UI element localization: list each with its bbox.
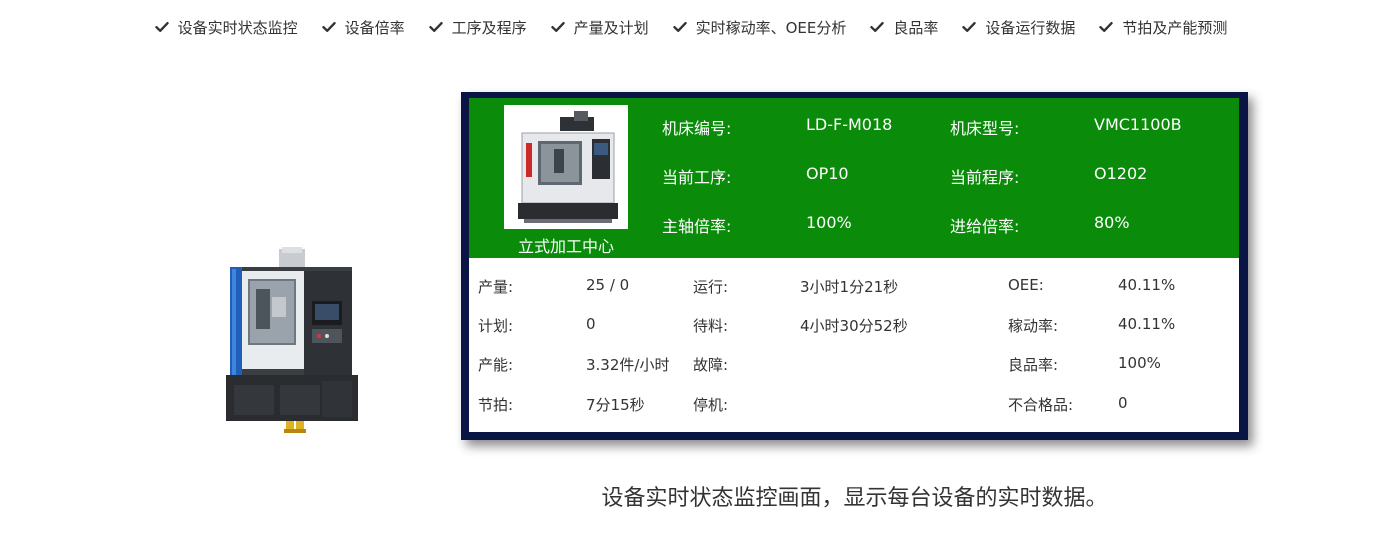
oee-value: 40.11%	[1118, 276, 1176, 294]
check-icon	[870, 20, 885, 34]
takt-label: 节拍:	[478, 396, 514, 414]
defect-label: 不合格品:	[1008, 396, 1074, 414]
feature-item-yield-rate[interactable]: 良品率	[870, 17, 938, 38]
feature-item-label: 设备运行数据	[985, 18, 1076, 37]
check-icon	[672, 20, 687, 34]
capacity-value: 3.32件/小时	[586, 356, 670, 374]
waiting-value: 4小时30分52秒	[800, 317, 908, 335]
machine-type-caption: 立式加工中心	[517, 237, 614, 256]
device-info-header: 立式加工中心 机床编号: LD-F-M018 机床型号: VMC1100B 当前…	[469, 98, 1239, 258]
feature-item-label: 节拍及产能预测	[1122, 18, 1228, 37]
output-value: 25 / 0	[586, 276, 630, 294]
running-value: 3小时1分21秒	[800, 278, 899, 296]
feature-item-label: 产量及计划	[573, 18, 649, 37]
fault-label: 故障:	[693, 356, 729, 374]
feature-item-run-data[interactable]: 设备运行数据	[962, 17, 1075, 38]
current-program-value: O1202	[1094, 164, 1148, 183]
feature-item-label: 设备实时状态监控	[177, 18, 298, 37]
spindle-rate-label: 主轴倍率:	[662, 217, 732, 236]
check-icon	[154, 20, 169, 34]
waiting-label: 待料:	[693, 317, 729, 335]
machine-no-value: LD-F-M018	[806, 115, 893, 134]
oee-label: OEE:	[1008, 276, 1044, 294]
feature-item-label: 设备倍率	[344, 18, 405, 37]
stop-label: 停机:	[693, 396, 729, 414]
machine-model-label: 机床型号:	[950, 119, 1020, 138]
device-status-panel: 立式加工中心 机床编号: LD-F-M018 机床型号: VMC1100B 当前…	[461, 92, 1248, 440]
check-icon	[1099, 20, 1114, 34]
feature-item-utilization-oee[interactable]: 实时稼动率、OEE分析	[672, 17, 847, 38]
utilization-label: 稼动率:	[1008, 317, 1059, 335]
plan-label: 计划:	[478, 317, 514, 335]
utilization-value: 40.11%	[1118, 315, 1176, 333]
device-status-card: 立式加工中心 机床编号: LD-F-M018 机床型号: VMC1100B 当前…	[469, 98, 1239, 432]
check-icon	[428, 20, 443, 34]
feature-item-label: 工序及程序	[451, 18, 527, 37]
feature-item-realtime-monitor[interactable]: 设备实时状态监控	[154, 17, 298, 38]
machine-model-value: VMC1100B	[1094, 115, 1182, 134]
current-program-label: 当前程序:	[950, 168, 1020, 187]
current-process-label: 当前工序:	[662, 168, 732, 187]
cnc-lathe-image	[172, 245, 368, 435]
screenshot-caption: 设备实时状态监控画面，显示每台设备的实时数据。	[601, 486, 1108, 511]
current-process-value: OP10	[806, 164, 849, 183]
capacity-label: 产能:	[478, 356, 514, 374]
plan-value: 0	[586, 315, 596, 333]
feature-item-takt-capacity[interactable]: 节拍及产能预测	[1099, 17, 1227, 38]
spindle-rate-value: 100%	[806, 213, 852, 232]
check-icon	[962, 20, 977, 34]
output-label: 产量:	[478, 278, 514, 296]
check-icon	[321, 20, 336, 34]
feature-item-output-plan[interactable]: 产量及计划	[550, 17, 649, 38]
machining-center-image	[504, 105, 628, 229]
feed-rate-value: 80%	[1094, 213, 1130, 232]
feature-item-label: 良品率	[893, 18, 939, 37]
machine-no-label: 机床编号:	[662, 119, 732, 138]
feature-nav: 设备实时状态监控 设备倍率 工序及程序 产量及计划 实时稼动率、OEE分析 良品…	[0, 0, 1382, 54]
feed-rate-label: 进给倍率:	[950, 217, 1020, 236]
yield-label: 良品率:	[1008, 356, 1059, 374]
feature-item-process-program[interactable]: 工序及程序	[428, 17, 527, 38]
takt-value: 7分15秒	[586, 396, 645, 414]
running-label: 运行:	[693, 278, 729, 296]
feature-item-label: 实时稼动率、OEE分析	[695, 18, 847, 37]
defect-value: 0	[1118, 394, 1128, 412]
feature-item-override-rate[interactable]: 设备倍率	[321, 17, 405, 38]
yield-value: 100%	[1118, 354, 1161, 372]
check-icon	[550, 20, 565, 34]
